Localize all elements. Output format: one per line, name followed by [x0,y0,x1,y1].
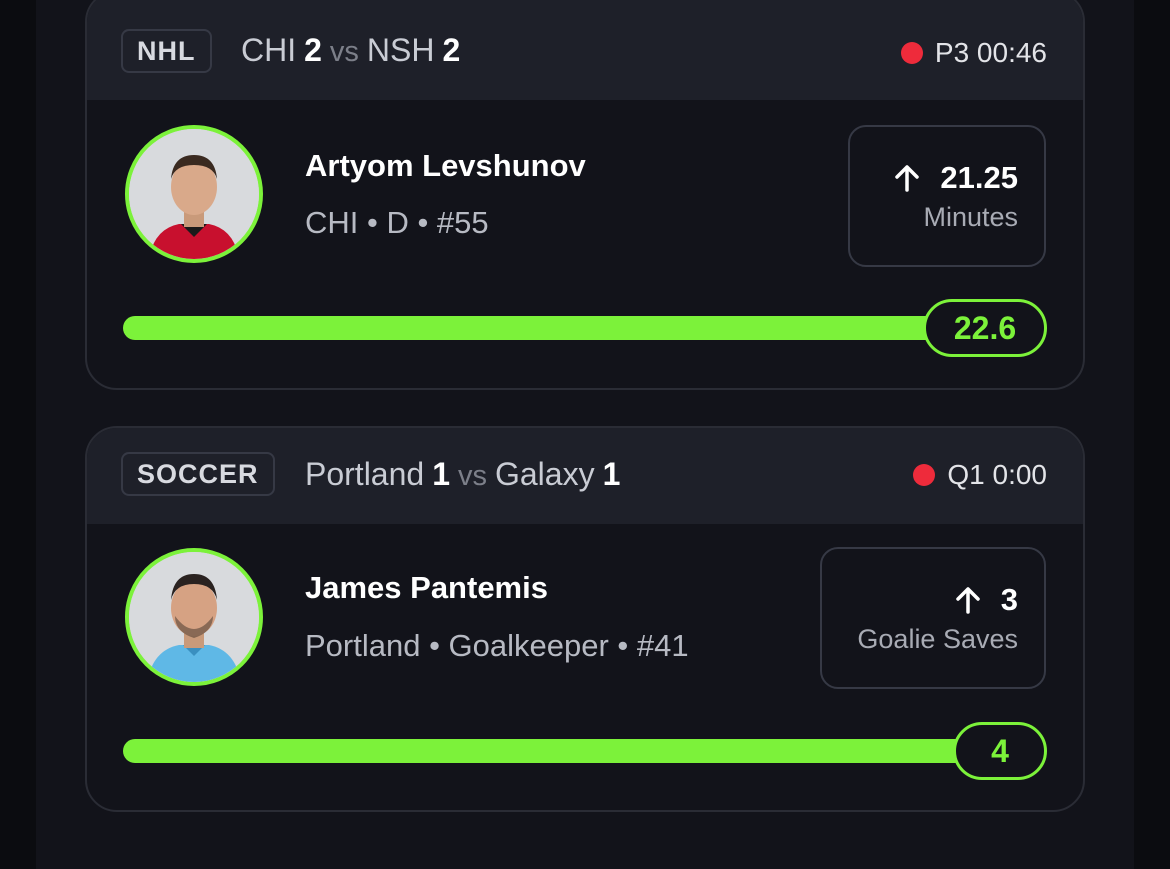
matchup: Portland 1 vs Galaxy 1 [305,456,620,493]
progress-bar: 22.6 [123,299,1047,357]
arrow-up-icon [895,164,920,192]
prop-line-value: 21.25 [940,159,1018,195]
away-team: NSH [366,32,435,68]
away-score: 2 [442,32,461,68]
league-badge: SOCCER [121,452,275,496]
league-badge: NHL [121,29,212,73]
player-prop-card[interactable]: NHL CHI 2 vs NSH 2 P3 00:46 Artyom Levsh… [85,0,1085,390]
avatar[interactable] [125,125,263,263]
player-headshot-icon [129,552,259,682]
prop-line: 3 [953,582,1018,618]
progress-fill [123,316,985,340]
game-clock: Q1 0:00 [947,459,1047,490]
vs-label: vs [329,36,359,68]
arrow-up-icon [956,586,980,614]
game-clock: P3 00:46 [934,37,1047,68]
game-header: SOCCER Portland 1 vs Galaxy 1 Q1 0:00 [87,428,1083,524]
home-team: Portland [305,456,425,492]
live-dot-icon [913,464,936,486]
player-name: Artyom Levshunov [305,148,586,183]
current-value-badge: 22.6 [923,299,1047,357]
progress-bar: 4 [123,722,1047,780]
player-name: James Pantemis [305,570,548,605]
away-score: 1 [602,456,621,492]
player-headshot-icon [129,129,259,259]
current-value-badge: 4 [953,722,1047,780]
game-status: P3 00:46 [900,37,1047,69]
prop-stat-label: Goalie Saves [857,623,1018,654]
vs-label: vs [457,460,487,492]
home-score: 2 [304,32,322,68]
game-header: NHL CHI 2 vs NSH 2 P3 00:46 [87,0,1083,100]
home-team: CHI [241,32,297,68]
player-meta: CHI • D • #55 [305,205,489,240]
prop-line: 21.25 [892,160,1018,196]
live-dot-icon [900,42,923,64]
matchup: CHI 2 vs NSH 2 [241,32,460,69]
player-meta: Portland • Goalkeeper • #41 [305,628,689,663]
progress-fill [123,739,1000,763]
avatar[interactable] [125,548,263,686]
game-status: Q1 0:00 [913,459,1047,491]
prop-line-box[interactable]: 3 Goalie Saves [820,547,1046,689]
player-prop-card[interactable]: SOCCER Portland 1 vs Galaxy 1 Q1 0:00 Ja… [85,426,1085,812]
away-team: Galaxy [494,456,595,492]
prop-line-box[interactable]: 21.25 Minutes [848,125,1046,267]
prop-stat-label: Minutes [923,201,1018,232]
prop-line-value: 3 [1000,581,1018,617]
home-score: 1 [432,456,450,492]
